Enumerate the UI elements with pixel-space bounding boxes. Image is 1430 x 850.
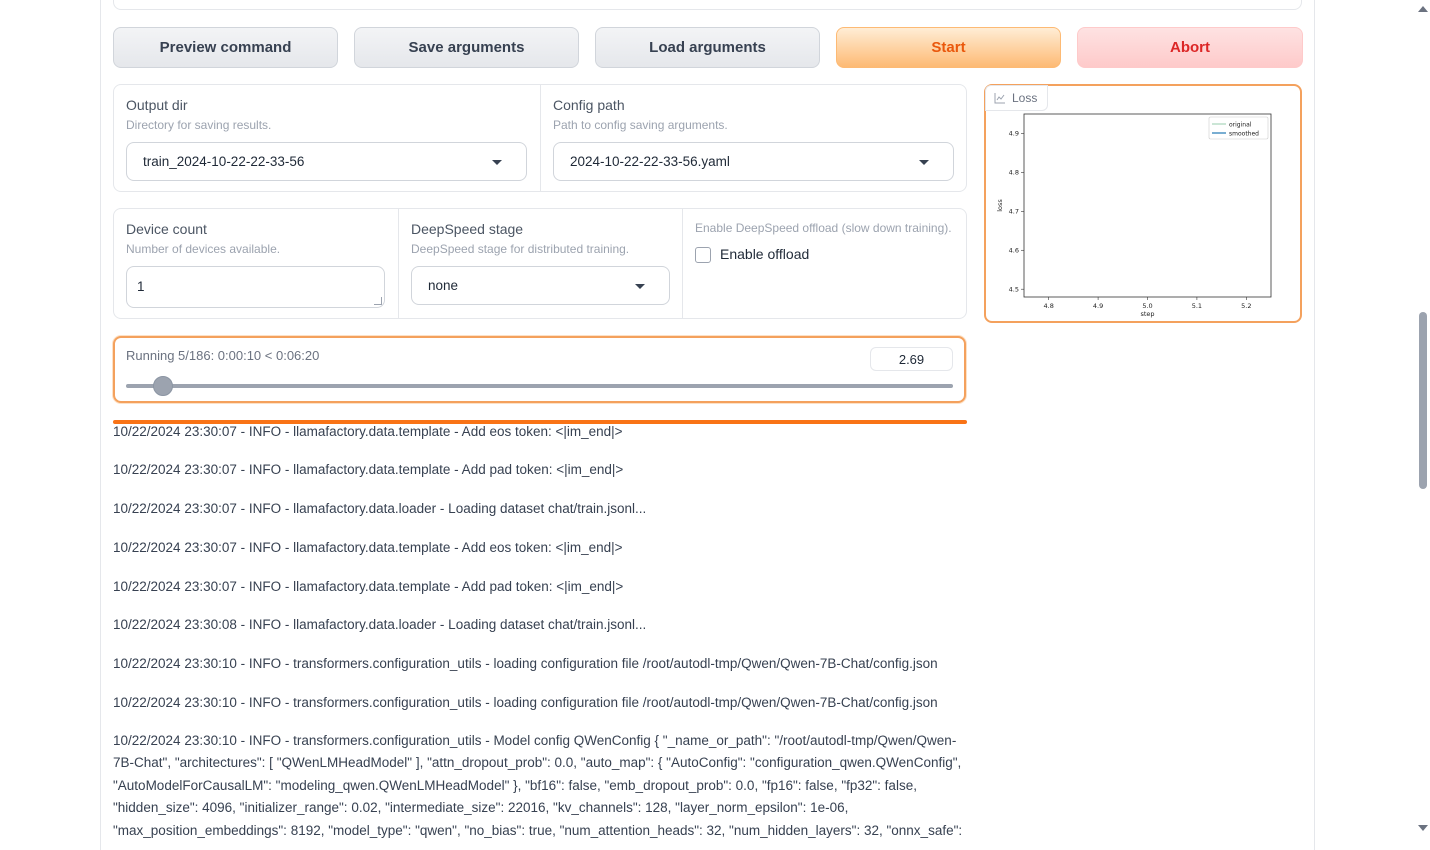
scroll-down-icon[interactable] <box>1418 825 1428 831</box>
output-dir-info: Directory for saving results. <box>126 118 272 132</box>
deepspeed-stage-group: DeepSpeed stage DeepSpeed stage for dist… <box>398 209 682 318</box>
device-count-info: Number of devices available. <box>126 242 281 256</box>
abort-button[interactable]: Abort <box>1077 27 1303 68</box>
scroll-up-icon[interactable] <box>1418 6 1428 12</box>
output-dir-value: train_2024-10-22-22-33-56 <box>143 154 305 169</box>
device-count-input[interactable]: 1 <box>126 266 385 308</box>
device-count-value: 1 <box>137 279 145 294</box>
output-dir-label: Output dir <box>126 97 188 113</box>
progress-panel: Running 5/186: 0:00:10 < 0:06:20 2.69 <box>113 336 966 403</box>
progress-slider-track[interactable] <box>126 384 953 388</box>
save-arguments-button[interactable]: Save arguments <box>354 27 579 68</box>
x-tick-label: 4.8 <box>1044 302 1054 310</box>
loss-chart: 4.8 4.9 5.0 5.1 5.2 4.5 4.6 4.7 4.8 4.9 step loss or… <box>996 113 1272 318</box>
log-line: 10/22/2024 23:30:07 - INFO - llamafactor… <box>113 540 623 555</box>
loss-plot-panel: Loss 4.8 4.9 5.0 5.1 5.2 4.5 4.6 4.7 4.8 4.9 step l… <box>984 84 1302 323</box>
deepspeed-stage-label: DeepSpeed stage <box>411 221 524 237</box>
y-tick-label: 4.6 <box>1009 246 1019 254</box>
y-tick-label: 4.7 <box>1009 208 1019 216</box>
deepspeed-stage-dropdown[interactable]: none <box>411 266 670 305</box>
x-tick-label: 5.0 <box>1142 302 1152 310</box>
output-dir-group: Output dir Directory for saving results.… <box>114 85 540 191</box>
plot-area <box>1023 113 1272 298</box>
legend-label: smoothed <box>1229 130 1259 137</box>
legend-label: original <box>1229 121 1252 128</box>
log-model-config: 10/22/2024 23:30:10 - INFO - transformer… <box>113 733 963 838</box>
preview-command-button[interactable]: Preview command <box>113 27 338 68</box>
offload-checkbox[interactable] <box>695 247 711 263</box>
log-line: 10/22/2024 23:30:07 - INFO - llamafactor… <box>113 424 623 439</box>
device-count-label: Device count <box>126 221 207 237</box>
log-line: 10/22/2024 23:30:08 - INFO - llamafactor… <box>113 617 647 632</box>
log-line: 10/22/2024 23:30:07 - INFO - llamafactor… <box>113 501 647 516</box>
device-count-group: Device count Number of devices available… <box>114 209 398 318</box>
offload-group: Enable DeepSpeed offload (slow down trai… <box>682 209 966 318</box>
y-axis-label: loss <box>996 199 1004 212</box>
deepspeed-stage-value: none <box>428 278 459 293</box>
resize-handle-icon[interactable] <box>374 297 382 305</box>
previous-section-edge <box>113 0 1302 10</box>
progress-value-input[interactable]: 2.69 <box>870 347 953 371</box>
x-tick-label: 5.1 <box>1192 302 1202 310</box>
scrollbar-thumb[interactable] <box>1419 312 1427 489</box>
x-tick-label: 4.9 <box>1093 302 1103 310</box>
page-scrollbar[interactable] <box>1415 0 1430 837</box>
chevron-down-icon <box>635 284 645 289</box>
distributed-row: Device count Number of devices available… <box>113 208 967 319</box>
config-path-group: Config path Path to config saving argume… <box>540 85 966 191</box>
x-tick-label: 5.2 <box>1241 302 1251 310</box>
log-line: 10/22/2024 23:30:07 - INFO - llamafactor… <box>113 462 624 477</box>
chevron-down-icon <box>919 160 929 165</box>
offload-label[interactable]: Enable offload <box>720 246 809 262</box>
progress-slider-thumb[interactable] <box>153 376 174 396</box>
config-path-dropdown[interactable]: 2024-10-22-22-33-56.yaml <box>553 142 954 181</box>
load-arguments-button[interactable]: Load arguments <box>595 27 820 68</box>
config-path-label: Config path <box>553 97 625 113</box>
offload-info: Enable DeepSpeed offload (slow down trai… <box>695 221 952 235</box>
y-tick-label: 4.9 <box>1009 130 1019 138</box>
log-line: 10/22/2024 23:30:10 - INFO - transformer… <box>113 656 938 671</box>
log-line: 10/22/2024 23:30:07 - INFO - llamafactor… <box>113 579 624 594</box>
output-dir-dropdown[interactable]: train_2024-10-22-22-33-56 <box>126 142 527 181</box>
start-button[interactable]: Start <box>836 27 1061 68</box>
config-path-info: Path to config saving arguments. <box>553 118 728 132</box>
deepspeed-stage-info: DeepSpeed stage for distributed training… <box>411 242 630 256</box>
y-tick-label: 4.5 <box>1009 285 1019 293</box>
x-axis-label: step <box>1140 310 1154 318</box>
output-config-row: Output dir Directory for saving results.… <box>113 84 967 192</box>
log-line: 10/22/2024 23:30:10 - INFO - transformer… <box>113 695 938 710</box>
y-tick-label: 4.8 <box>1009 169 1019 177</box>
chevron-down-icon <box>492 160 502 165</box>
progress-label: Running 5/186: 0:00:10 < 0:06:20 <box>126 348 320 363</box>
config-path-value: 2024-10-22-22-33-56.yaml <box>570 154 730 169</box>
